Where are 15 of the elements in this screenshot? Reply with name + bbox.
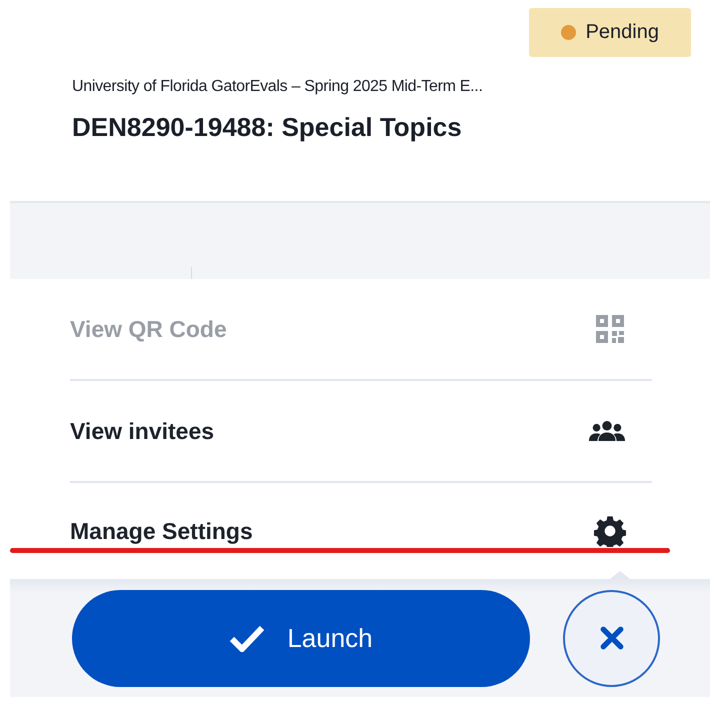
course-title: DEN8290-19488: Special Topics: [72, 112, 463, 143]
menu-item[interactable]: View invitees: [70, 381, 652, 483]
menu-item-label: View invitees: [70, 418, 214, 444]
settings-icon: [594, 515, 626, 547]
pointer-notch: [610, 571, 630, 579]
menu-item[interactable]: Manage Settings: [70, 483, 652, 579]
people-icon: [588, 420, 626, 442]
status-label: Pending: [586, 21, 659, 44]
menu-item-label: Manage Settings: [70, 518, 253, 544]
menu-item-label: View QR Code: [70, 316, 227, 342]
close-icon: [598, 625, 624, 651]
checkmark-icon: [229, 624, 266, 652]
qr-code-icon: [594, 313, 626, 345]
launch-button[interactable]: Launch: [72, 590, 530, 686]
survey-name: University of Florida GatorEvals – Spring 2025 Mid-Term E...: [72, 78, 484, 96]
